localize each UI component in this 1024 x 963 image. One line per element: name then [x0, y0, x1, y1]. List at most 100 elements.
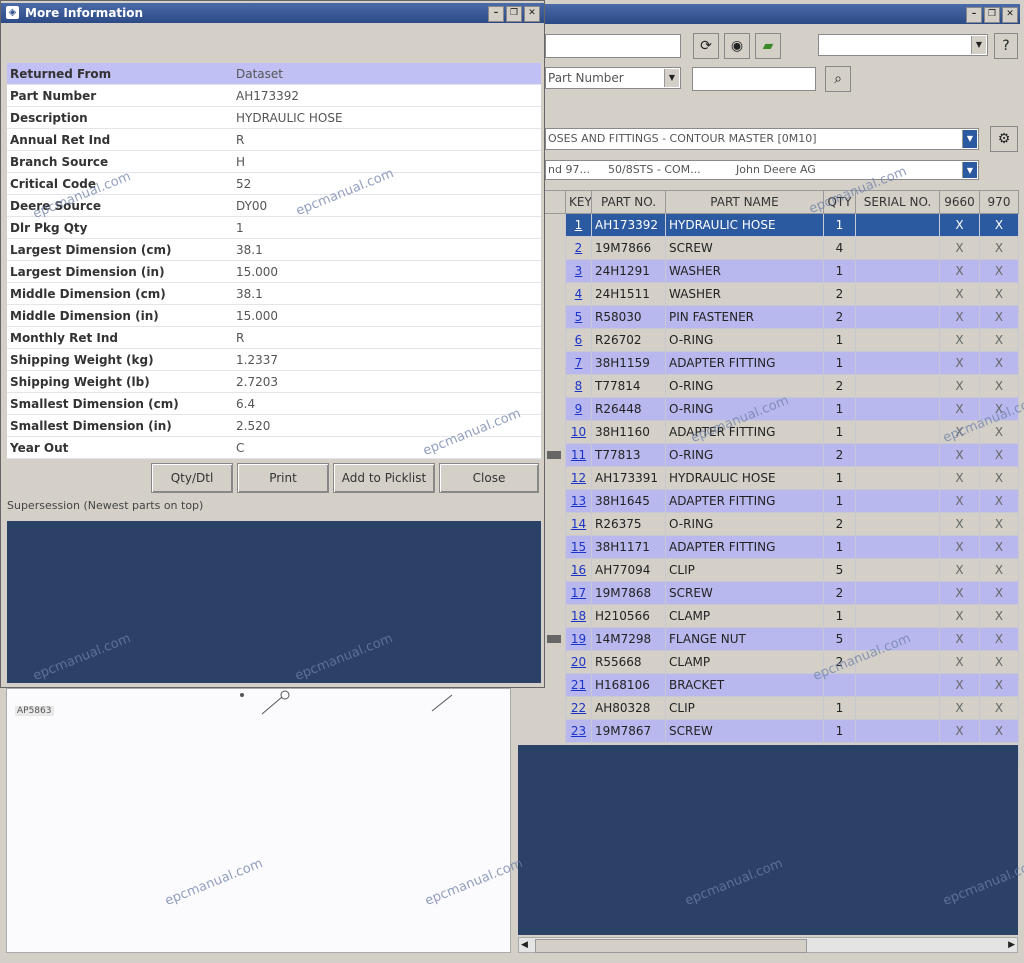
key-link[interactable]: 21 — [565, 673, 592, 697]
serial-no-cell — [855, 397, 940, 421]
main-window-titlebar: – ❐ ✕ — [545, 4, 1020, 24]
column-header-model-970[interactable]: 970 — [979, 190, 1019, 214]
column-header-model-9660[interactable]: 9660 — [939, 190, 980, 214]
table-header-row: KEY PART NO. PART NAME QTY SERIAL NO. 96… — [543, 190, 1019, 214]
part-number-cell: R26702 — [591, 328, 666, 352]
key-link[interactable]: 11 — [565, 443, 592, 467]
print-button[interactable]: Print — [237, 463, 329, 493]
breadcrumb-item-maker[interactable]: John Deere AG — [736, 161, 816, 179]
refresh-icon[interactable]: ⟳ — [693, 33, 719, 59]
table-row[interactable]: 15 38H1171 ADAPTER FITTING 1 X X — [543, 535, 1019, 559]
table-row[interactable]: 4 24H1511 WASHER 2 X X — [543, 282, 1019, 306]
minimize-button[interactable]: – — [488, 6, 504, 22]
key-link[interactable]: 22 — [565, 696, 592, 720]
key-link[interactable]: 20 — [565, 650, 592, 674]
note-icon[interactable] — [546, 635, 561, 643]
table-row[interactable]: 12 AH173391 HYDRAULIC HOSE 1 X X — [543, 466, 1019, 490]
key-link[interactable]: 9 — [565, 397, 592, 421]
scroll-left-icon[interactable]: ◀ — [521, 938, 528, 952]
settings-icon[interactable]: ⚙ — [990, 126, 1018, 152]
help-icon[interactable]: ? — [994, 33, 1018, 59]
detail-value: R — [233, 128, 541, 151]
close-window-button[interactable]: ✕ — [524, 6, 540, 22]
model-9660-cell: X — [939, 420, 980, 444]
folder-icon[interactable]: ▰ — [755, 33, 781, 59]
key-link[interactable]: 17 — [565, 581, 592, 605]
close-window-button[interactable]: ✕ — [1002, 7, 1018, 23]
scroll-thumb[interactable] — [535, 939, 807, 953]
part-name-cell: HYDRAULIC HOSE — [665, 466, 824, 490]
key-link[interactable]: 6 — [565, 328, 592, 352]
key-link[interactable]: 10 — [565, 420, 592, 444]
detail-row: Dlr Pkg Qty 1 — [7, 216, 541, 239]
table-row[interactable]: 23 19M7867 SCREW 1 X X — [543, 719, 1019, 743]
table-row[interactable]: 9 R26448 O-RING 1 X X — [543, 397, 1019, 421]
minimize-button[interactable]: – — [966, 7, 982, 23]
key-link[interactable]: 13 — [565, 489, 592, 513]
detail-row: Largest Dimension (in) 15.000 — [7, 260, 541, 283]
column-header-qty[interactable]: QTY — [823, 190, 856, 214]
key-link[interactable]: 18 — [565, 604, 592, 628]
table-row[interactable]: 18 H210566 CLAMP 1 X X — [543, 604, 1019, 628]
key-link[interactable]: 3 — [565, 259, 592, 283]
table-row[interactable]: 13 38H1645 ADAPTER FITTING 1 X X — [543, 489, 1019, 513]
key-link[interactable]: 8 — [565, 374, 592, 398]
table-row[interactable]: 20 R55668 CLAMP 2 X X — [543, 650, 1019, 674]
restore-button[interactable]: ❐ — [984, 7, 1000, 23]
table-row[interactable]: 1 AH173392 HYDRAULIC HOSE 1 X X — [543, 213, 1019, 237]
table-row[interactable]: 11 T77813 O-RING 2 X X — [543, 443, 1019, 467]
add-to-picklist-button[interactable]: Add to Picklist — [333, 463, 435, 493]
table-row[interactable]: 3 24H1291 WASHER 1 X X — [543, 259, 1019, 283]
serial-no-cell — [855, 650, 940, 674]
qty-dtl-button[interactable]: Qty/Dtl — [151, 463, 233, 493]
close-button[interactable]: Close — [439, 463, 539, 493]
horizontal-scrollbar[interactable]: ◀ ▶ — [518, 937, 1018, 953]
column-header-key[interactable]: KEY — [565, 190, 592, 214]
key-link[interactable]: 12 — [565, 466, 592, 490]
key-link[interactable]: 4 — [565, 282, 592, 306]
key-link[interactable]: 19 — [565, 627, 592, 651]
table-row[interactable]: 17 19M7868 SCREW 2 X X — [543, 581, 1019, 605]
part-number-cell: 19M7868 — [591, 581, 666, 605]
key-link[interactable]: 2 — [565, 236, 592, 260]
table-row[interactable]: 2 19M7866 SCREW 4 X X — [543, 236, 1019, 260]
table-row[interactable]: 10 38H1160 ADAPTER FITTING 1 X X — [543, 420, 1019, 444]
column-header-part-name[interactable]: PART NAME — [665, 190, 824, 214]
key-link[interactable]: 15 — [565, 535, 592, 559]
row-gutter — [543, 650, 566, 674]
key-link[interactable]: 1 — [565, 213, 592, 237]
search-type-select[interactable]: Part Number ▼ — [545, 67, 681, 89]
note-icon[interactable] — [546, 451, 561, 459]
part-search-input[interactable] — [692, 67, 816, 91]
scroll-right-icon[interactable]: ▶ — [1008, 938, 1015, 952]
breadcrumb-item-section[interactable]: 50/8STS - COM... — [608, 161, 701, 179]
key-link[interactable]: 23 — [565, 719, 592, 743]
group-select[interactable]: OSES AND FITTINGS - CONTOUR MASTER [0M10… — [545, 128, 979, 150]
illustration-area[interactable]: AP5863 — [6, 688, 511, 953]
table-row[interactable]: 6 R26702 O-RING 1 X X — [543, 328, 1019, 352]
column-header-serial-no[interactable]: SERIAL NO. — [855, 190, 940, 214]
catalog-select[interactable]: ▼ — [818, 34, 988, 56]
key-link[interactable]: 14 — [565, 512, 592, 536]
main-detail-panel — [518, 745, 1018, 935]
top-search-input[interactable] — [545, 34, 681, 58]
globe-icon[interactable]: ◉ — [724, 33, 750, 59]
column-header-part-no[interactable]: PART NO. — [591, 190, 666, 214]
key-link[interactable]: 5 — [565, 305, 592, 329]
table-row[interactable]: 22 AH80328 CLIP 1 X X — [543, 696, 1019, 720]
detail-label: Year Out — [7, 436, 233, 459]
search-type-value: Part Number — [548, 71, 624, 85]
table-row[interactable]: 8 T77814 O-RING 2 X X — [543, 374, 1019, 398]
search-icon[interactable]: ⌕ — [825, 66, 851, 92]
qty-cell: 1 — [823, 466, 856, 490]
key-link[interactable]: 16 — [565, 558, 592, 582]
table-row[interactable]: 14 R26375 O-RING 2 X X — [543, 512, 1019, 536]
table-row[interactable]: 16 AH77094 CLIP 5 X X — [543, 558, 1019, 582]
table-row[interactable]: 21 H168106 BRACKET X X — [543, 673, 1019, 697]
key-link[interactable]: 7 — [565, 351, 592, 375]
breadcrumb-item-model[interactable]: nd 97... — [548, 161, 590, 179]
table-row[interactable]: 19 14M7298 FLANGE NUT 5 X X — [543, 627, 1019, 651]
table-row[interactable]: 5 R58030 PIN FASTENER 2 X X — [543, 305, 1019, 329]
restore-button[interactable]: ❐ — [506, 6, 522, 22]
table-row[interactable]: 7 38H1159 ADAPTER FITTING 1 X X — [543, 351, 1019, 375]
